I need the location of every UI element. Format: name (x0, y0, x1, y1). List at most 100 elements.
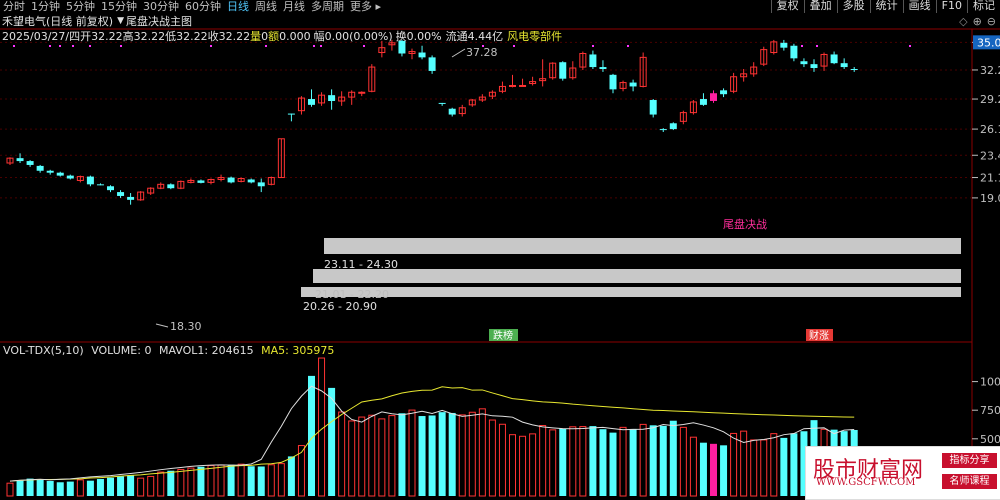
volume-bar-down (86, 480, 94, 496)
candle-body-down (16, 158, 24, 162)
volume-bar-up (378, 418, 386, 497)
candle-body-down (589, 54, 597, 68)
candle-body-down (287, 113, 295, 115)
volume-bar-up (740, 430, 748, 497)
signal-label: 尾盘决战 (723, 217, 767, 231)
volume-bar-down (247, 466, 255, 496)
signal-dot (13, 45, 15, 47)
candle-body-up (509, 84, 516, 87)
volume-bar-up (639, 423, 647, 497)
candlestick-chart[interactable]: 35.05 32.2 29.2 26.1 23.4 21.1 19.0 23.11 - 24.… (0, 0, 1000, 498)
volume-bar-down (117, 476, 125, 496)
signal-dot (816, 45, 818, 47)
volume-bar-down (197, 466, 205, 496)
volume-bar-down (720, 445, 728, 496)
volume-tick-label: 750 (980, 404, 1000, 417)
volume-bar-down (418, 416, 426, 496)
signal-dot (320, 45, 322, 47)
signal-dot (801, 45, 803, 47)
volume-bar-up (488, 419, 496, 497)
volume-indicator-name[interactable]: VOL-TDX(5,10) (3, 344, 84, 357)
volume-bar-up (468, 411, 476, 497)
mavol1-value: 204615 (211, 344, 254, 357)
candle-body-down (599, 67, 607, 69)
price-tick-label: 32.2 (980, 64, 1000, 77)
candle-body-down (257, 182, 265, 187)
volume-bar-up (689, 436, 697, 497)
volume-bar-down (287, 456, 295, 496)
candle-body-down (609, 74, 617, 90)
volume-bar-down (438, 412, 446, 496)
volume-bar-down (790, 433, 798, 496)
candle-body-down (26, 161, 34, 165)
volume-bar-up (237, 463, 245, 497)
candle-body-down (629, 82, 637, 87)
candle-body-down (308, 99, 315, 105)
signal-dot (627, 45, 629, 47)
volume-bar-up (338, 411, 346, 497)
candle-body-down (227, 177, 235, 183)
volume-bar-up (529, 433, 537, 497)
candle-body-up (358, 91, 366, 94)
volume-bar-up (137, 477, 145, 497)
volume-bar-down (599, 429, 607, 496)
zone-label-lower: 20.26 - 20.90 (303, 300, 377, 313)
volume-bar-up (770, 433, 778, 497)
candle-body-down (117, 192, 125, 196)
candle-body-down (850, 68, 858, 70)
candle-body-down (669, 123, 677, 130)
candle-body-down (649, 100, 657, 115)
volume-bar-up (368, 414, 376, 497)
signal-dot (909, 45, 911, 47)
volume-bar-up (76, 479, 84, 497)
volume-bar-up (478, 408, 486, 497)
volume-bar-down (107, 477, 114, 496)
volume-bar-up (388, 415, 396, 497)
volume-bar-down (227, 464, 235, 496)
volume-bar-down (559, 428, 567, 496)
candle-body-down (830, 54, 838, 64)
signal-dot (265, 45, 267, 47)
volume-bar-down (257, 466, 265, 496)
price-tick-label: 19.0 (980, 192, 1000, 205)
signal-dot (59, 45, 61, 47)
high-marker-line (451, 48, 466, 58)
candle-body-down (428, 57, 436, 71)
volume-bar-up (498, 423, 506, 497)
candle-body-down (659, 129, 667, 131)
volume-bar-up (619, 426, 627, 497)
candle-body-down (36, 165, 44, 171)
volume-bar-up (549, 429, 557, 497)
volume-bar-down (649, 425, 657, 496)
zone-band-lower (301, 287, 961, 297)
volume-bar-down (66, 481, 74, 496)
volume-bar-up (277, 463, 285, 497)
volume-bar-down (26, 478, 34, 496)
volume-bar-up (579, 426, 587, 497)
zone-band-upper (324, 238, 961, 254)
signal-dot (72, 45, 74, 47)
volume-bar-down (448, 412, 456, 496)
price-tick-label: 21.1 (980, 172, 1000, 185)
ma5-value: 305975 (292, 344, 335, 357)
volume-bar-down (780, 437, 788, 496)
volume-bar-up (217, 464, 225, 497)
candle-body-down (56, 172, 64, 176)
volume-tick-label: 1000 (980, 376, 1000, 389)
volume-panel-title: VOL-TDX(5,10) VOLUME: 0 MAVOL1: 204615 M… (3, 344, 334, 357)
volume-bar-down (609, 432, 617, 496)
volume-bar-down (36, 479, 44, 496)
volume-tick-label: 500 (980, 433, 1000, 446)
volume-bar-up (539, 425, 547, 497)
volume-bar-down (328, 387, 336, 496)
volume-bar-up (408, 409, 416, 497)
volume-bar-up (157, 471, 165, 497)
candle-body-signal (710, 93, 717, 101)
zone-band-middle (313, 269, 961, 283)
candle-body-down (107, 186, 114, 191)
volume-bar-up (147, 475, 155, 497)
volume-bar-up (509, 434, 516, 497)
volume-bar-up (207, 465, 215, 497)
signal-dot (313, 45, 315, 47)
volume-bar-down (589, 426, 597, 496)
